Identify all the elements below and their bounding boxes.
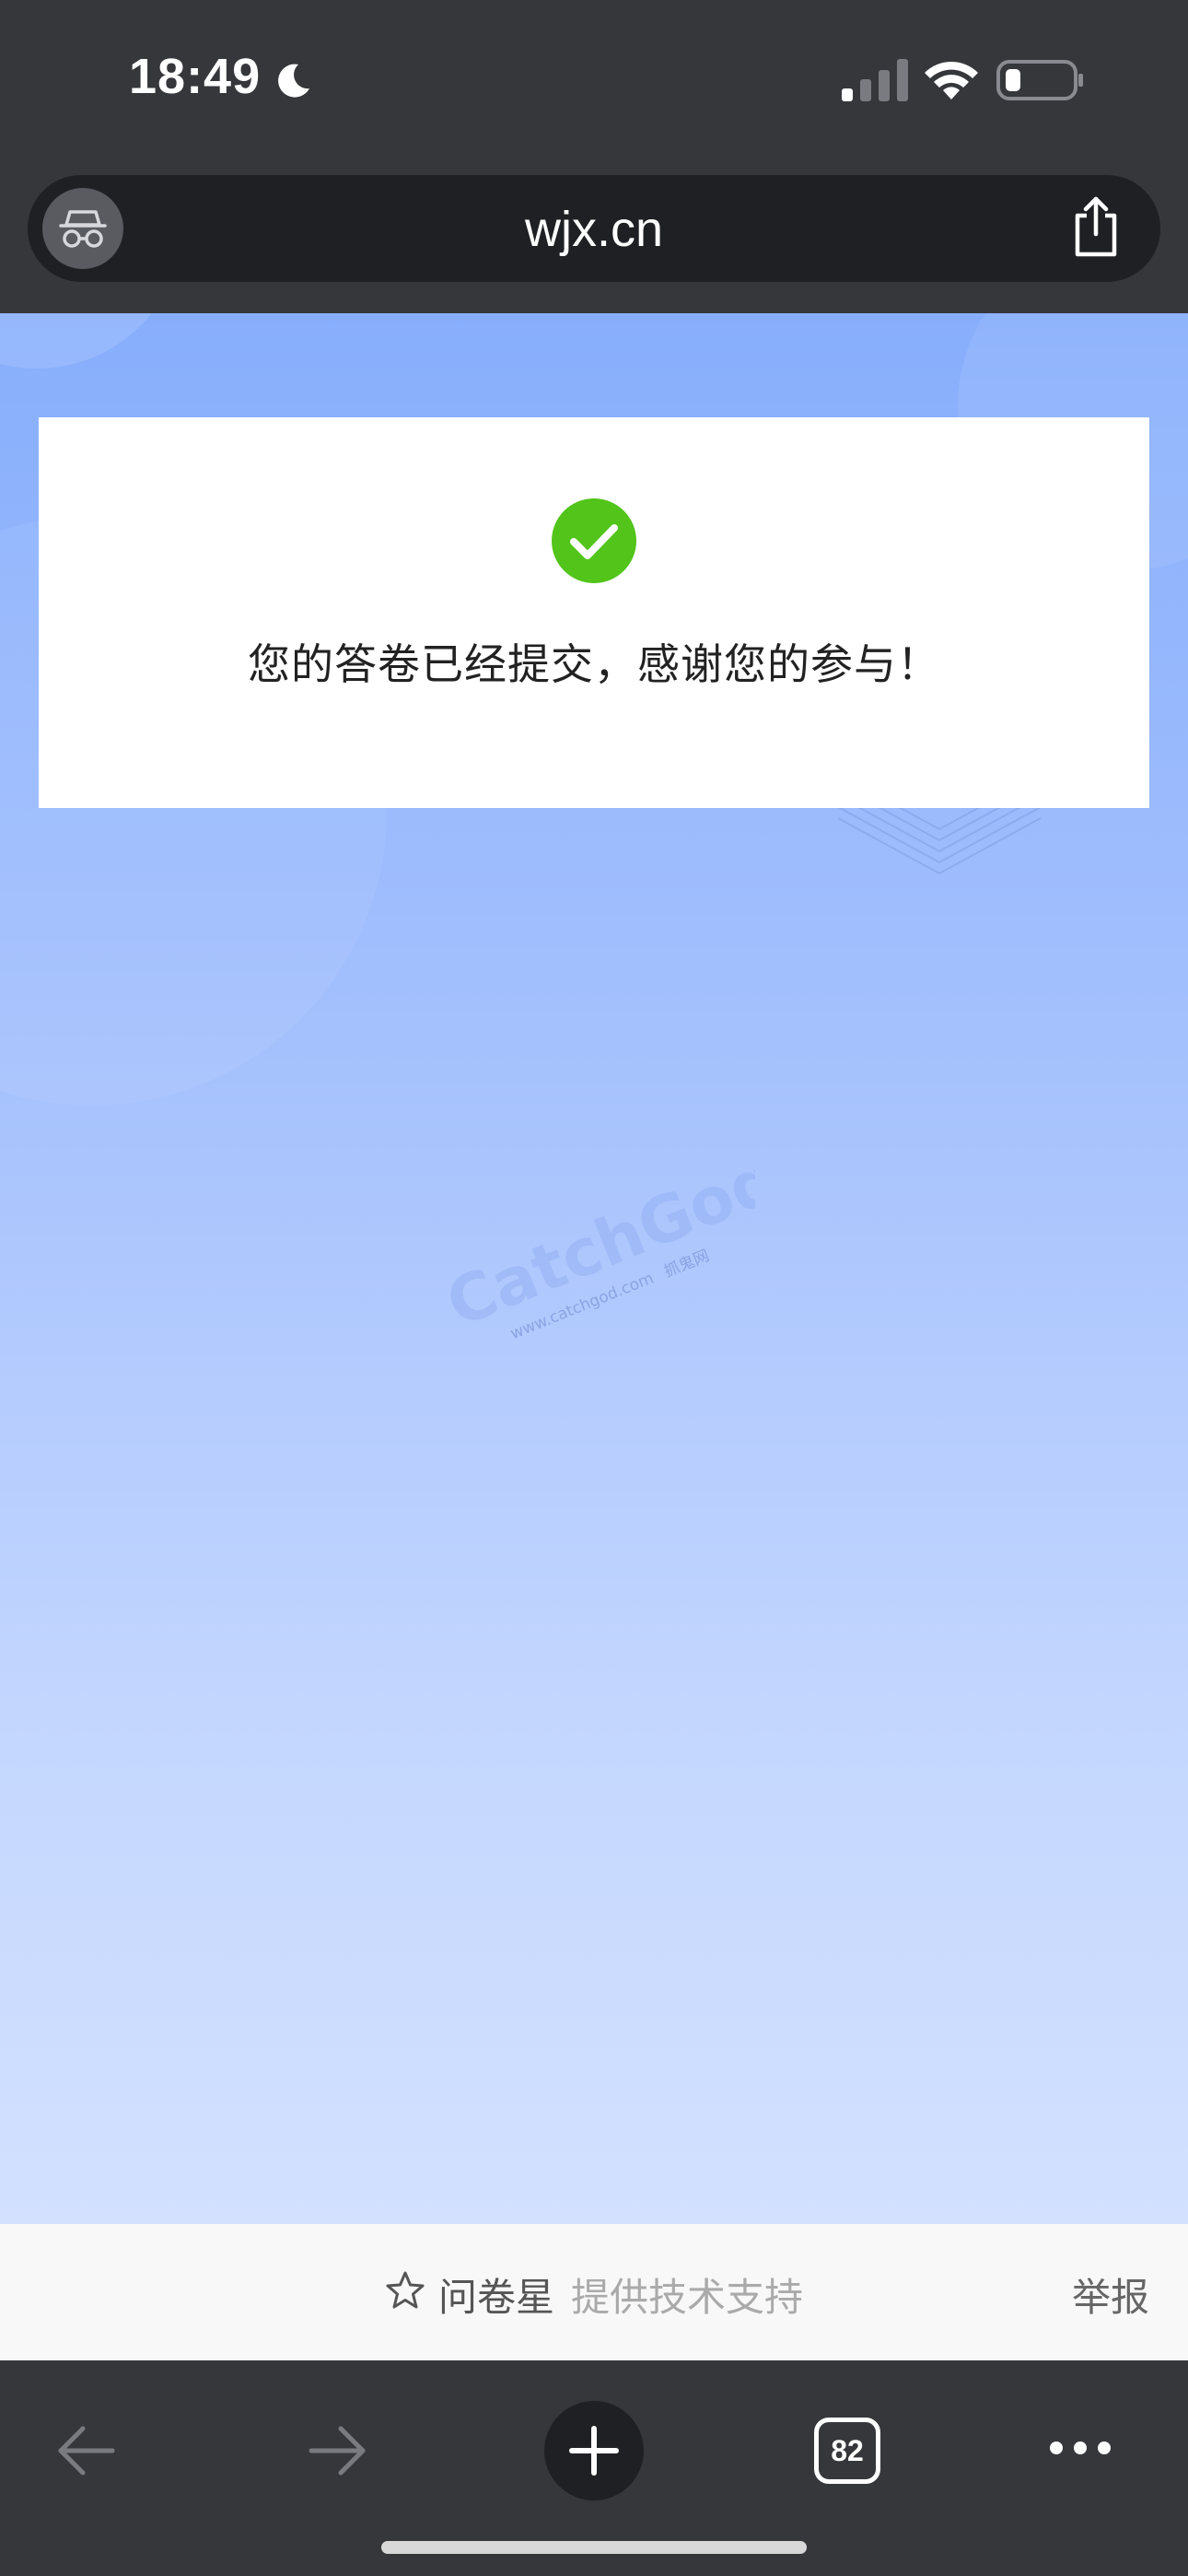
share-icon[interactable]	[1068, 195, 1124, 260]
success-message: 您的答卷已经提交，感谢您的参与！	[248, 639, 940, 689]
star-icon[interactable]	[385, 2270, 425, 2311]
address-bar[interactable]: wjx.cn	[28, 175, 1160, 282]
moon-icon	[278, 64, 309, 98]
support-text: 提供技术支持	[571, 2275, 804, 2320]
brand-link[interactable]: 问卷星	[438, 2266, 554, 2323]
more-icon[interactable]	[1048, 2434, 1112, 2462]
back-arrow-icon[interactable]	[53, 2418, 120, 2484]
check-circle-icon	[552, 498, 636, 583]
battery-icon	[996, 60, 1083, 100]
support-bar: 问卷星 提供技术支持 举报	[0, 2224, 1188, 2360]
status-time: 18:49	[129, 49, 262, 104]
tabs-button[interactable]: 82	[814, 2418, 880, 2484]
new-tab-button[interactable]	[544, 2401, 644, 2500]
report-link[interactable]: 举报	[1072, 2266, 1149, 2323]
status-bar: 18:49	[0, 0, 1188, 166]
wifi-icon	[925, 61, 978, 100]
home-indicator[interactable]	[381, 2541, 807, 2554]
result-card: 您的答卷已经提交，感谢您的参与！	[39, 417, 1149, 808]
forward-arrow-icon[interactable]	[304, 2418, 370, 2484]
plus-icon	[569, 2426, 619, 2476]
page-content: 您的答卷已经提交，感谢您的参与！ CatchGod www.catchgod.c…	[0, 313, 1188, 2224]
watermark-logo: CatchGod www.catchgod.com 抓鬼网	[437, 1170, 755, 1343]
url-text[interactable]: wjx.cn	[28, 201, 1160, 258]
signal-icon	[842, 59, 908, 101]
decor-circle	[0, 313, 184, 369]
